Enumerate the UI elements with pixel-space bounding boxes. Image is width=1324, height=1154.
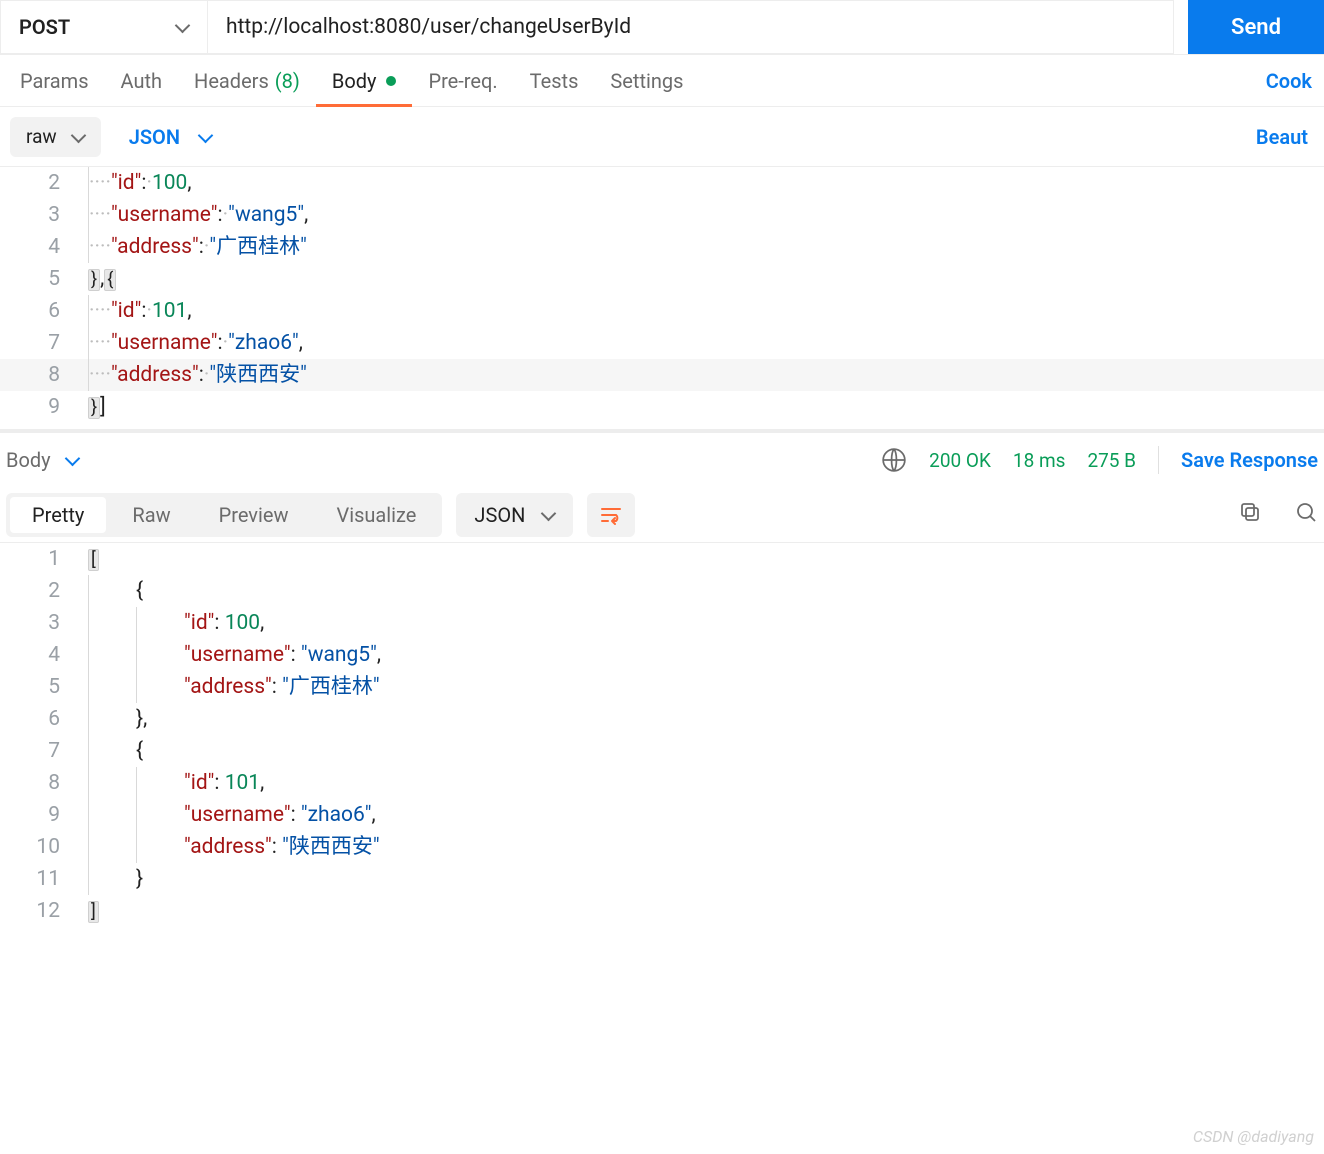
globe-icon[interactable] bbox=[881, 447, 907, 473]
editor-line: 8····"address":·"陕西西安" bbox=[0, 359, 1324, 391]
editor-line: 8"id": 101, bbox=[0, 767, 1324, 799]
tab-body-label: Body bbox=[332, 69, 377, 93]
pill-raw[interactable]: Raw bbox=[110, 497, 192, 533]
editor-line: 12] bbox=[0, 895, 1324, 927]
chevron-down-icon bbox=[541, 508, 555, 522]
method-label: POST bbox=[19, 15, 70, 39]
editor-line: 5},{ bbox=[0, 263, 1324, 295]
wrap-lines-button[interactable] bbox=[587, 493, 635, 537]
tab-headers[interactable]: Headers (8) bbox=[178, 55, 316, 106]
body-format-label: JSON bbox=[129, 125, 180, 149]
response-tabs: Pretty Raw Preview Visualize JSON bbox=[0, 487, 1324, 543]
status-size: 275 B bbox=[1087, 449, 1136, 472]
editor-line: 4"username": "wang5", bbox=[0, 639, 1324, 671]
response-section-select[interactable]: Body bbox=[6, 448, 79, 472]
cookies-link[interactable]: Cook bbox=[1258, 69, 1320, 93]
save-response-link[interactable]: Save Response bbox=[1181, 448, 1318, 472]
request-row: POST Send bbox=[0, 0, 1324, 55]
tab-tests[interactable]: Tests bbox=[514, 55, 595, 106]
request-tabs: Params Auth Headers (8) Body Pre-req. Te… bbox=[0, 55, 1324, 107]
editor-line: 6····"id":·101, bbox=[0, 295, 1324, 327]
editor-line: 5"address": "广西桂林" bbox=[0, 671, 1324, 703]
editor-line: 2{ bbox=[0, 575, 1324, 607]
chevron-down-icon bbox=[198, 130, 212, 144]
editor-line: 9}] bbox=[0, 391, 1324, 423]
modified-dot-icon bbox=[386, 76, 396, 86]
method-select[interactable]: POST bbox=[0, 0, 208, 54]
editor-line: 3····"username":·"wang5", bbox=[0, 199, 1324, 231]
send-button[interactable]: Send bbox=[1188, 0, 1324, 54]
status-code: 200 OK bbox=[929, 449, 991, 472]
headers-count: (8) bbox=[275, 69, 300, 93]
editor-line: 3"id": 100, bbox=[0, 607, 1324, 639]
tab-settings[interactable]: Settings bbox=[594, 55, 699, 106]
body-type-label: raw bbox=[26, 125, 57, 148]
pill-pretty[interactable]: Pretty bbox=[10, 497, 106, 533]
editor-line: 4····"address":·"广西桂林" bbox=[0, 231, 1324, 263]
editor-line: 9"username": "zhao6", bbox=[0, 799, 1324, 831]
search-icon[interactable] bbox=[1294, 500, 1318, 529]
chevron-down-icon bbox=[175, 20, 189, 34]
tab-headers-label: Headers bbox=[194, 69, 269, 93]
tab-params[interactable]: Params bbox=[4, 55, 105, 106]
editor-line: 2····"id":·100, bbox=[0, 167, 1324, 199]
tab-auth[interactable]: Auth bbox=[105, 55, 179, 106]
editor-line: 10"address": "陕西西安" bbox=[0, 831, 1324, 863]
status-time: 18 ms bbox=[1013, 449, 1066, 472]
editor-line: 7····"username":·"zhao6", bbox=[0, 327, 1324, 359]
copy-icon[interactable] bbox=[1238, 500, 1262, 529]
beautify-link[interactable]: Beaut bbox=[1250, 125, 1314, 149]
body-format-select[interactable]: JSON bbox=[119, 125, 222, 149]
response-format-select[interactable]: JSON bbox=[456, 493, 573, 537]
response-meta-bar: Body 200 OK 18 ms 275 B Save Response bbox=[0, 431, 1324, 487]
chevron-down-icon bbox=[65, 453, 79, 467]
url-input[interactable] bbox=[208, 0, 1174, 54]
editor-line: 1[ bbox=[0, 543, 1324, 575]
tab-body[interactable]: Body bbox=[316, 55, 413, 106]
tab-prereq[interactable]: Pre-req. bbox=[412, 55, 513, 106]
body-type-select[interactable]: raw bbox=[10, 117, 101, 157]
editor-line: 11} bbox=[0, 863, 1324, 895]
request-body-editor[interactable]: 2····"id":·100,3····"username":·"wang5",… bbox=[0, 167, 1324, 431]
chevron-down-icon bbox=[71, 130, 85, 144]
response-section-label: Body bbox=[6, 448, 51, 472]
response-body-viewer[interactable]: 1[2{3"id": 100,4"username": "wang5",5"ad… bbox=[0, 543, 1324, 927]
pill-preview[interactable]: Preview bbox=[197, 497, 311, 533]
body-toolbar: raw JSON Beaut bbox=[0, 107, 1324, 167]
divider bbox=[1158, 446, 1159, 474]
editor-line: 7{ bbox=[0, 735, 1324, 767]
watermark: CSDN @dadiyang bbox=[1193, 1127, 1314, 1146]
response-view-group: Pretty Raw Preview Visualize bbox=[6, 493, 442, 537]
response-format-label: JSON bbox=[474, 503, 525, 527]
pill-visualize[interactable]: Visualize bbox=[314, 497, 438, 533]
editor-line: 6}, bbox=[0, 703, 1324, 735]
